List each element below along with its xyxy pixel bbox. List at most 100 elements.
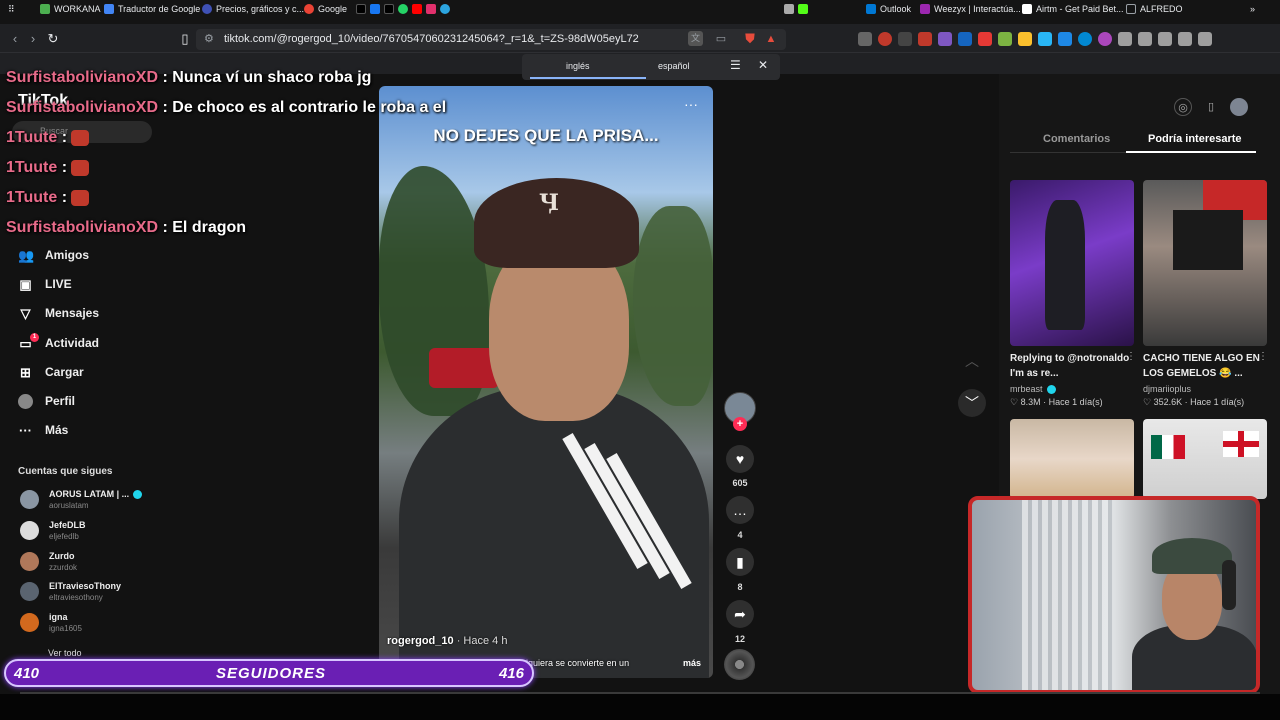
bookmark-translate[interactable]: Traductor de Google (104, 4, 200, 14)
site-info-icon[interactable]: ⚙ (204, 32, 214, 45)
sidebar-item-amigos[interactable]: 👥 Amigos (18, 246, 89, 264)
vpn-icon[interactable] (1178, 32, 1192, 46)
bookmark-outlook[interactable]: Outlook (866, 4, 911, 14)
activity-icon: ▭ 1 (18, 332, 39, 351)
bookmark-icons-group-2[interactable] (784, 4, 808, 14)
headset-icon (1222, 560, 1236, 610)
sidebar-item-mensajes[interactable]: ▽ Mensajes (18, 304, 100, 322)
recommended-author[interactable]: djmariioplus (1143, 384, 1191, 394)
kebab-icon[interactable]: ⋮ (1126, 351, 1136, 362)
video-frame (633, 206, 713, 406)
extension-icon[interactable] (978, 32, 992, 46)
user-avatar[interactable] (1230, 98, 1248, 116)
comment-icon: … (733, 502, 747, 518)
sidebar-toggle-icon[interactable] (1138, 32, 1152, 46)
extension-icon[interactable] (878, 32, 892, 46)
rewards-icon[interactable]: ▲ (762, 30, 780, 48)
follow-plus-icon[interactable]: + (733, 417, 747, 431)
translate-page-icon[interactable]: 文 (688, 31, 703, 46)
bookmark-page-icon[interactable]: ▯ (176, 30, 194, 48)
workana-icon (40, 4, 50, 14)
extension-icon[interactable] (858, 32, 872, 46)
menu-icon[interactable]: ☰ (730, 58, 741, 72)
save-button[interactable]: ▮ (726, 548, 754, 576)
extension-icon[interactable] (918, 32, 932, 46)
bookmark-airtm[interactable]: Airtm - Get Paid Bet... (1022, 4, 1124, 14)
extension-icon[interactable] (1018, 32, 1032, 46)
phone-icon[interactable]: ▯ (1202, 98, 1220, 116)
more-link[interactable]: más (683, 658, 701, 668)
translate-target-tab[interactable]: español (658, 61, 690, 71)
wallet-icon[interactable] (1158, 32, 1172, 46)
sidebar-item-cargar[interactable]: ⊞ Cargar (18, 363, 84, 381)
recommended-video-thumbnail[interactable] (1010, 180, 1134, 346)
bookmark-google[interactable]: Google (304, 4, 347, 14)
bookmark-label: Weezyx | Interactúa... (934, 4, 1021, 14)
video-author[interactable]: rogergod_10 · Hace 4 h (387, 635, 507, 647)
save-count: 8 (737, 582, 743, 592)
brave-shield-icon[interactable]: ⛊ (741, 30, 759, 48)
see-all-link[interactable]: Ver todo (48, 648, 82, 658)
apps-icon[interactable]: ⠿ (8, 4, 15, 15)
music-disc-icon[interactable] (724, 649, 755, 680)
coin-icon[interactable]: ◎ (1174, 98, 1192, 116)
video-player[interactable]: Ӌ NO DEJES QUE LA PRISA... ··· rogergod_… (379, 86, 713, 678)
extension-icon[interactable] (938, 32, 952, 46)
mexico-flag-icon (1151, 435, 1185, 459)
tab-podria-interesarte[interactable]: Podría interesarte (1148, 133, 1242, 145)
recommended-video-thumbnail[interactable] (1143, 419, 1267, 499)
extension-icon[interactable] (1098, 32, 1112, 46)
bookmark-alfredo[interactable]: ALFREDO (1126, 4, 1183, 14)
x-icon (384, 4, 394, 14)
comment-button[interactable]: … (726, 496, 754, 524)
bookmark-weezyx[interactable]: Weezyx | Interactúa... (920, 4, 1021, 14)
recommended-video-title[interactable]: Replying to @notronaldo I'm as re... (1010, 351, 1134, 381)
next-video-button[interactable]: ﹀ (958, 389, 986, 417)
recommended-video-title[interactable]: CACHO TIENE ALGO EN LOS GEMELOS 😂 ... (1143, 351, 1267, 381)
recommended-video-thumbnail[interactable] (1143, 180, 1267, 346)
flag-cross (1223, 441, 1259, 447)
recommended-author[interactable]: mrbeast (1010, 384, 1056, 395)
back-icon[interactable]: ‹ (6, 30, 24, 48)
extension-icon[interactable] (1078, 32, 1092, 46)
extension-icon[interactable] (898, 32, 912, 46)
forward-icon[interactable]: › (24, 30, 42, 48)
sidebar-item-perfil[interactable]: Perfil (18, 392, 75, 410)
menu-icon[interactable] (1198, 32, 1212, 46)
active-tab-indicator (530, 77, 646, 79)
cast-icon[interactable]: ▭ (712, 30, 730, 48)
more-bookmarks-icon[interactable]: » (1250, 4, 1255, 14)
bookmark-prices[interactable]: Precios, gráficos y c... (202, 4, 304, 14)
heart-icon: ♥ (735, 451, 745, 467)
extension-icon[interactable] (1058, 32, 1072, 46)
chat-text: : El dragon (162, 219, 247, 236)
chat-user: 1Tuute (6, 129, 58, 146)
kebab-icon[interactable]: ⋮ (1258, 351, 1268, 362)
previous-video-button[interactable]: ︿ (958, 347, 986, 375)
sidebar-item-actividad[interactable]: ▭ 1 Actividad (18, 332, 99, 352)
translate-source-tab[interactable]: inglés (566, 61, 590, 71)
url-text[interactable]: tiktok.com/@rogergod_10/video/7670547060… (224, 33, 639, 45)
video-options-icon[interactable]: ··· (684, 96, 698, 112)
author-name: mrbeast (1010, 384, 1043, 394)
recommended-video-thumbnail[interactable] (1010, 419, 1134, 499)
extension-icon[interactable] (958, 32, 972, 46)
avatar (20, 521, 39, 540)
extension-icon[interactable] (998, 32, 1012, 46)
bookmark-workana[interactable]: WORKANA (40, 4, 101, 14)
google-translate-icon (104, 4, 114, 14)
share-button[interactable]: ➦ (726, 600, 754, 628)
puzzle-icon[interactable] (1118, 32, 1132, 46)
video-frame (1173, 210, 1243, 270)
emote-icon (71, 159, 90, 176)
extension-icon[interactable] (1038, 32, 1052, 46)
tab-comentarios[interactable]: Comentarios (1043, 133, 1110, 145)
reload-icon[interactable]: ↻ (44, 30, 62, 48)
like-button[interactable]: ♥ (726, 445, 754, 473)
bookmark-icons-group[interactable] (356, 4, 450, 14)
following-name-text: AORUS LATAM | ... (49, 489, 130, 499)
bookmark-label: Outlook (880, 4, 912, 14)
sidebar-item-mas[interactable]: ··· Más (18, 421, 68, 439)
sidebar-item-live[interactable]: ▣ LIVE (18, 275, 71, 293)
close-icon[interactable]: ✕ (758, 58, 768, 72)
